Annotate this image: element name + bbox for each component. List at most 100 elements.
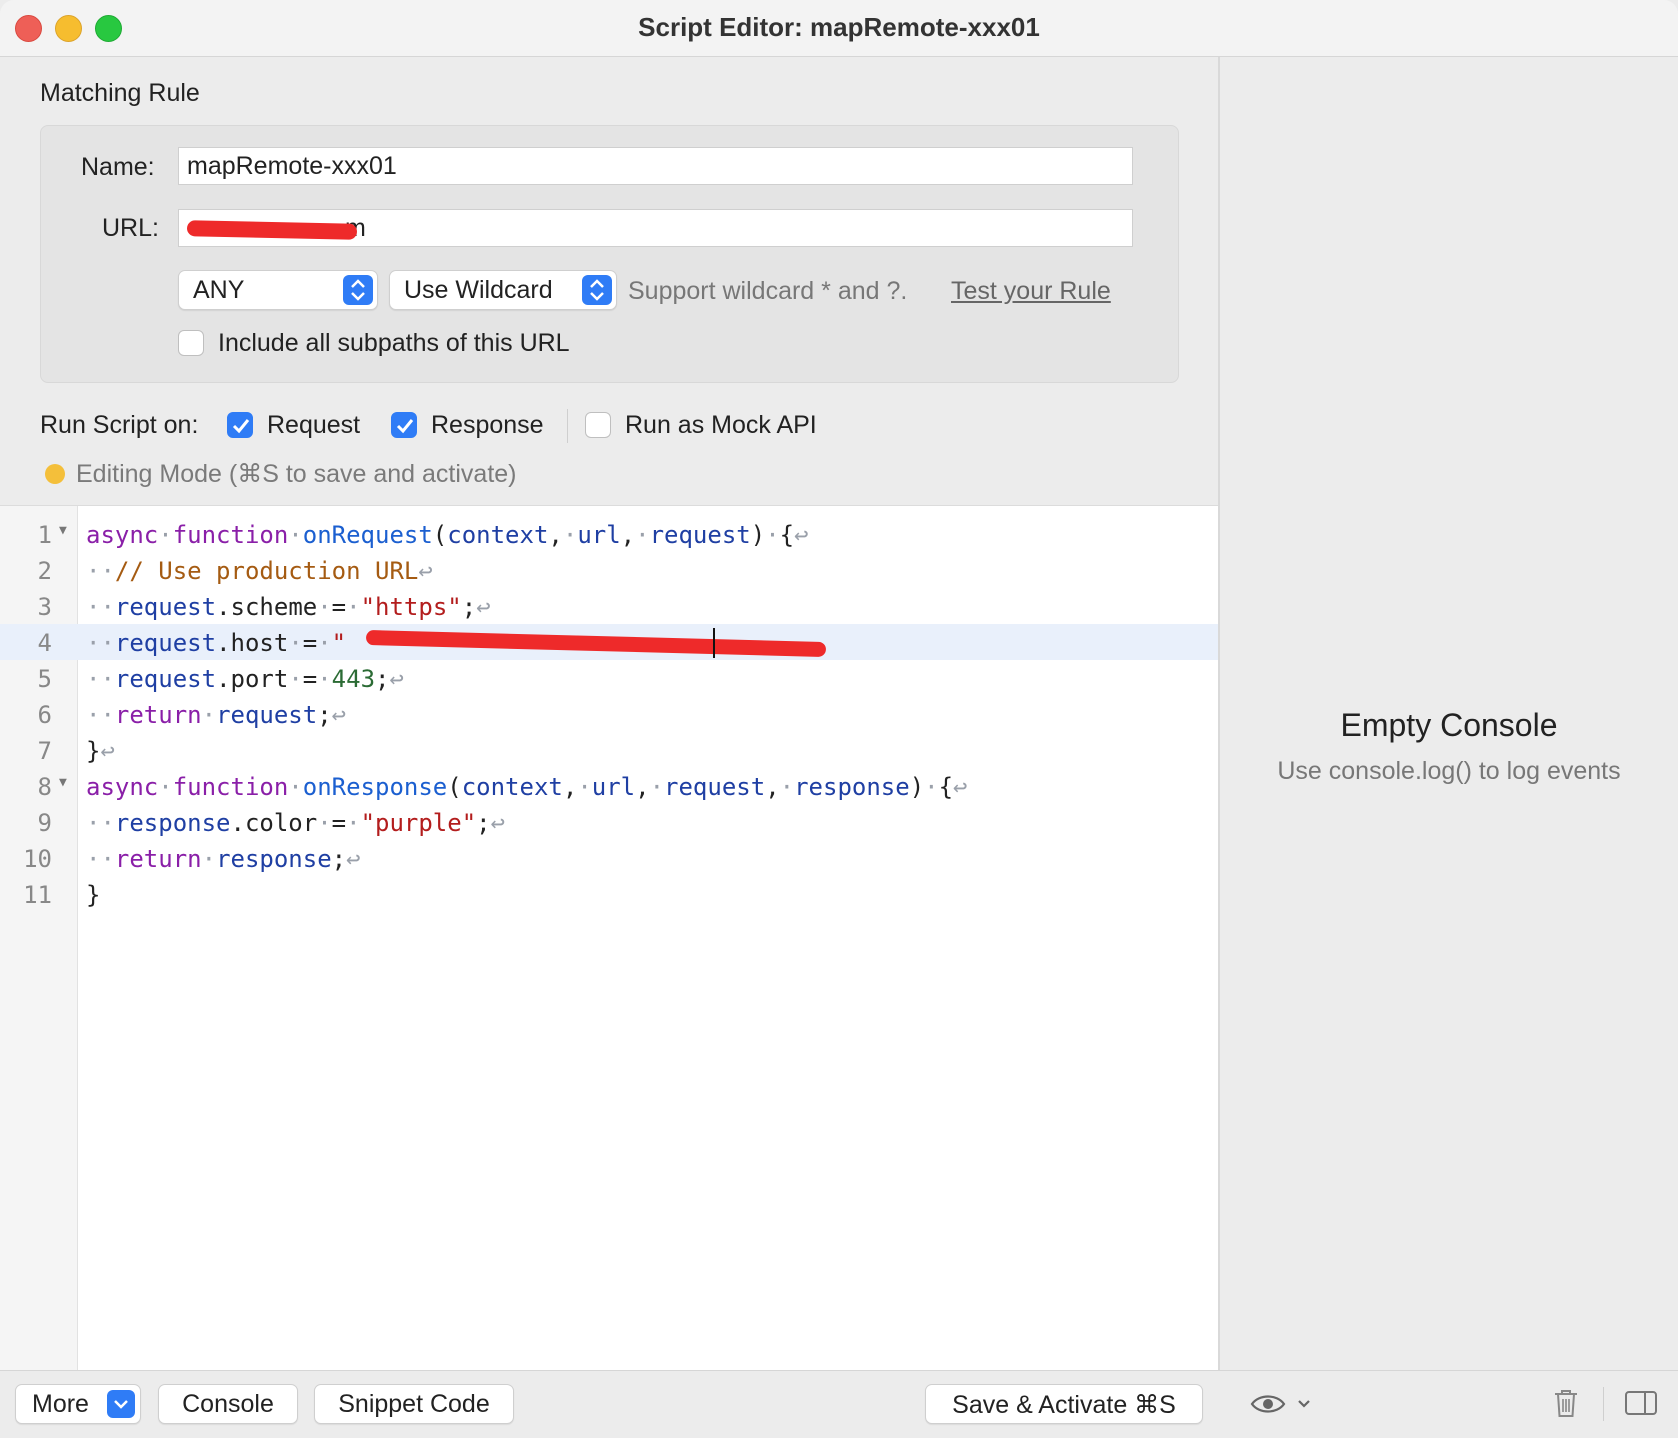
code-token: request	[216, 701, 318, 729]
code-line: 1 ▼ async·function·onRequest(context,·ur…	[0, 516, 1218, 552]
code-token: response	[114, 809, 231, 837]
code-token: request	[114, 629, 217, 657]
trash-icon[interactable]	[1552, 1387, 1580, 1424]
code-line: 9 ··response.color·=·"purple";↩	[0, 804, 1218, 840]
matching-rule-box: Name: mapRemote-xxx01 URL: m ANY Use Wil…	[40, 125, 1179, 383]
checkmark-icon	[396, 419, 414, 434]
line-number: 4	[37, 629, 52, 657]
console-empty-subtitle: Use console.log() to log events	[1277, 757, 1621, 785]
request-checkbox[interactable]	[227, 412, 253, 438]
code-token: context	[447, 521, 549, 549]
code-line-active: 4 ··request.host·=·"	[0, 624, 1218, 660]
code-token: async	[86, 773, 159, 801]
code-string: "https"	[360, 593, 462, 621]
code-line: 7 }↩	[0, 732, 1218, 768]
code-token: request	[114, 593, 217, 621]
snippet-code-button[interactable]: Snippet Code	[314, 1384, 514, 1424]
code-token: response	[216, 845, 332, 873]
title-bar: Script Editor: mapRemote-xxx01	[0, 0, 1678, 57]
code-line: 6 ··return·request;↩	[0, 696, 1218, 732]
more-button-label: More	[32, 1390, 89, 1418]
fold-triangle-icon[interactable]: ▼	[59, 523, 67, 538]
sidebar-toggle-icon[interactable]	[1624, 1389, 1658, 1422]
line-number: 5	[37, 665, 52, 693]
code-number: 443	[331, 665, 376, 693]
name-field[interactable]: mapRemote-xxx01	[178, 147, 1133, 185]
window-title: Script Editor: mapRemote-xxx01	[638, 12, 1040, 42]
code-token: scheme	[230, 593, 318, 621]
eye-icon	[1250, 1395, 1310, 1413]
mock-api-label: Run as Mock API	[625, 411, 817, 439]
code-token: return	[114, 845, 202, 873]
code-line: 8 ▼ async·function·onResponse(context,·u…	[0, 768, 1218, 804]
code-token: async	[86, 521, 159, 549]
code-token: request	[664, 773, 766, 801]
line-number: 10	[23, 845, 52, 873]
request-label: Request	[267, 411, 361, 439]
bottom-toolbar: More Console Snippet Code Save & Activat…	[0, 1370, 1678, 1438]
code-token: port	[230, 665, 289, 693]
code-token: host	[230, 629, 289, 657]
line-number: 2	[37, 557, 52, 585]
fold-triangle-icon[interactable]: ▼	[59, 775, 67, 790]
line-number: 3	[37, 593, 52, 621]
line-number: 11	[23, 881, 52, 909]
more-button[interactable]: More	[15, 1384, 141, 1424]
code-token: onRequest	[302, 521, 433, 549]
code-editor[interactable]: 1 ▼ async·function·onRequest(context,·ur…	[0, 505, 1218, 1371]
script-editor-window: Script Editor: mapRemote-xxx01 Matching …	[0, 0, 1678, 1438]
url-redaction	[186, 220, 358, 240]
code-token: color	[244, 809, 318, 837]
code-token: request	[649, 521, 751, 549]
code-line: 11 }	[0, 876, 1218, 912]
code-string: "purple"	[360, 809, 477, 837]
code-token: return	[114, 701, 202, 729]
line-number: 7	[37, 737, 52, 765]
eye-menu-button[interactable]	[1249, 1389, 1319, 1424]
code-token: onResponse	[302, 773, 448, 801]
name-label: Name:	[81, 153, 155, 181]
test-rule-link[interactable]: Test your Rule	[951, 277, 1111, 306]
code-line: 2 ··// Use production URL↩	[0, 552, 1218, 588]
code-token: request	[114, 665, 217, 693]
method-select[interactable]: ANY	[178, 270, 378, 310]
editing-status-dot	[45, 464, 65, 484]
response-checkbox[interactable]	[391, 412, 417, 438]
line-number: 8	[37, 773, 52, 801]
code-token: url	[577, 521, 621, 549]
code-line: 3 ··request.scheme·=·"https";↩	[0, 588, 1218, 624]
match-mode-select-value: Use Wildcard	[404, 276, 553, 304]
url-label: URL:	[102, 214, 159, 242]
method-select-value: ANY	[193, 276, 245, 304]
match-mode-select[interactable]: Use Wildcard	[389, 270, 617, 310]
include-subpaths-checkbox[interactable]	[178, 330, 204, 356]
code-token: function	[172, 773, 289, 801]
code-line: 5 ··request.port·=·443;↩	[0, 660, 1218, 696]
include-subpaths-label: Include all subpaths of this URL	[218, 329, 570, 357]
line-number: 1	[37, 521, 52, 549]
code-token: response	[794, 773, 910, 801]
text-cursor	[713, 628, 715, 658]
code-token: url	[591, 773, 636, 801]
stepper-icon	[582, 275, 612, 305]
code-token: function	[172, 521, 289, 549]
host-redaction	[365, 629, 827, 658]
console-button[interactable]: Console	[158, 1384, 298, 1424]
matching-rule-title: Matching Rule	[40, 79, 200, 107]
code-line: 10 ··return·response;↩	[0, 840, 1218, 876]
mock-api-checkbox[interactable]	[585, 412, 611, 438]
response-label: Response	[431, 411, 544, 439]
code-string: "	[331, 629, 347, 657]
console-empty-title: Empty Console	[1340, 707, 1558, 743]
checkmark-icon	[232, 419, 250, 434]
stepper-icon	[343, 275, 373, 305]
toolbar-separator	[1603, 1387, 1604, 1421]
console-pane: Empty Console Use console.log() to log e…	[1220, 57, 1678, 1370]
save-activate-button[interactable]: Save & Activate ⌘S	[925, 1384, 1203, 1424]
wildcard-hint: Support wildcard * and ?.	[628, 277, 908, 305]
run-options-separator	[567, 409, 568, 443]
line-number: 6	[37, 701, 52, 729]
chevron-down-icon	[107, 1390, 135, 1418]
url-field[interactable]: m	[178, 209, 1133, 247]
run-script-on-label: Run Script on:	[40, 411, 199, 439]
